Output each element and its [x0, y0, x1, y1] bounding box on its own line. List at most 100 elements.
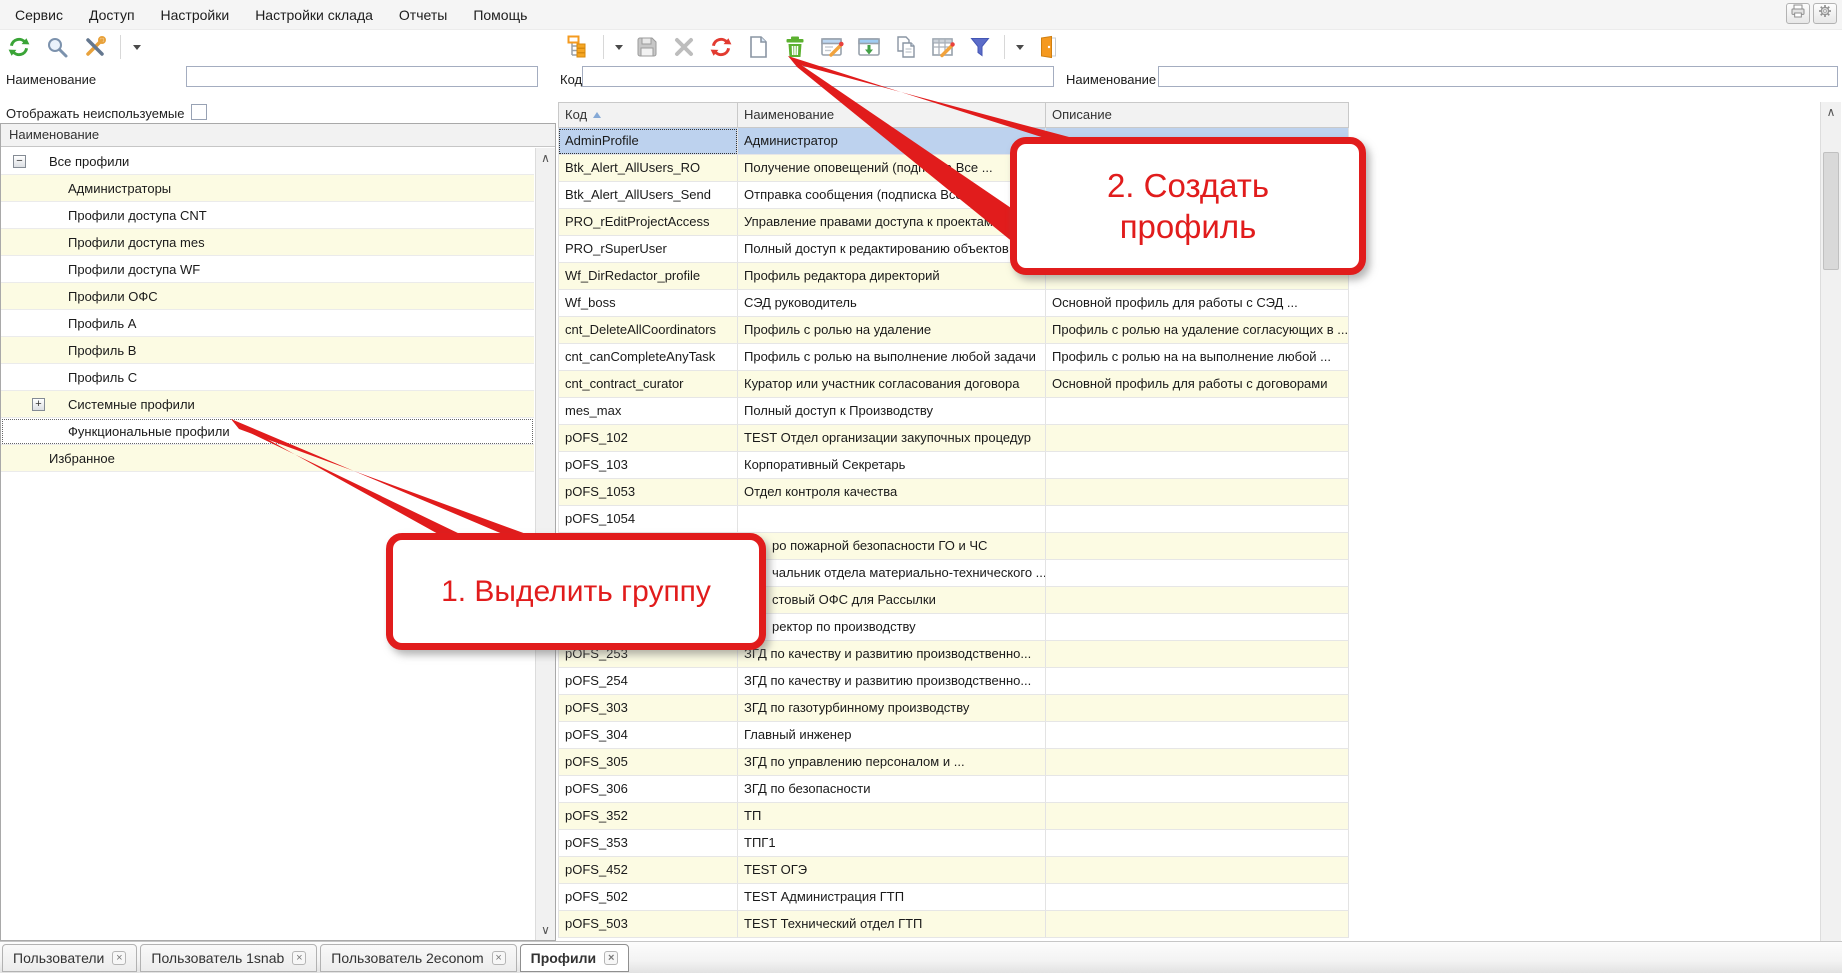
window-buttons	[1786, 3, 1837, 24]
close-icon[interactable]: ×	[492, 951, 506, 965]
cell-name: Полный доступ к Производству	[738, 398, 1046, 425]
tree-item-label: Профили доступа mes	[68, 235, 205, 250]
tree-name-filter-input[interactable]	[186, 66, 538, 87]
table-row[interactable]: cnt_contract_curatorКуратор или участник…	[558, 371, 1349, 398]
tree-item[interactable]: Профиль B	[1, 337, 534, 364]
tree-item[interactable]: Администраторы	[1, 175, 534, 202]
menu-item-Доступ[interactable]: Доступ	[76, 2, 148, 28]
close-icon[interactable]: ×	[292, 951, 306, 965]
menu-item-Сервис[interactable]: Сервис	[2, 2, 76, 28]
column-header-Код[interactable]: Код	[558, 102, 738, 128]
table-row[interactable]: pOFS_305ЗГД по управлению персоналом и .…	[558, 749, 1349, 776]
new-document-icon[interactable]	[745, 34, 771, 60]
cell-desc	[1046, 533, 1349, 560]
table-row[interactable]: pOFS_502TEST Администрация ГТП	[558, 884, 1349, 911]
exit-icon[interactable]	[1035, 34, 1061, 60]
table-row[interactable]: Wf_bossСЭД руководительОсновной профиль …	[558, 290, 1349, 317]
code-filter-input[interactable]	[582, 66, 1054, 87]
tab-label: Пользователь 1snab	[151, 950, 284, 966]
table-row[interactable]: pOFS_352ТП	[558, 803, 1349, 830]
copy-icon[interactable]	[893, 34, 919, 60]
tools-icon[interactable]	[82, 34, 108, 60]
tab-Профили[interactable]: Профили×	[520, 944, 630, 972]
refresh-icon[interactable]	[708, 34, 734, 60]
tree-item[interactable]: +Системные профили	[1, 391, 534, 418]
table-row[interactable]: mes_maxПолный доступ к Производству	[558, 398, 1349, 425]
cell-name: ТП	[738, 803, 1046, 830]
table-row[interactable]: pOFS_1054	[558, 506, 1349, 533]
printer-icon	[1790, 3, 1806, 24]
filter-icon[interactable]	[967, 34, 993, 60]
collapse-icon[interactable]: −	[13, 155, 26, 168]
show-unused-checkbox[interactable]	[191, 104, 207, 120]
tab-Пользователь 1snab[interactable]: Пользователь 1snab ×	[140, 944, 317, 972]
cell-code: Btk_Alert_AllUsers_Send	[558, 182, 738, 209]
tree-item[interactable]: Профиль A	[1, 310, 534, 337]
scroll-up-icon[interactable]: ∧	[1821, 105, 1841, 119]
menu-item-Настройки[interactable]: Настройки	[148, 2, 243, 28]
dropdown-caret-icon[interactable]	[133, 45, 141, 54]
save-icon	[634, 34, 660, 60]
column-header-label: Код	[565, 103, 587, 127]
close-icon[interactable]: ×	[112, 951, 126, 965]
cell-desc	[1046, 857, 1349, 884]
table-row[interactable]: pOFS_303ЗГД по газотурбинному производст…	[558, 695, 1349, 722]
tree-item[interactable]: Профили доступа CNT	[1, 202, 534, 229]
table-row[interactable]: pOFS_254ЗГД по качеству и развитию произ…	[558, 668, 1349, 695]
tree-item[interactable]: −Все профили	[1, 148, 534, 175]
tab-Пользователи[interactable]: Пользователи×	[2, 944, 137, 972]
table-row[interactable]: pOFS_103Корпоративный Секретарь	[558, 452, 1349, 479]
show-unused-label: Отображать неиспользуемые	[6, 106, 184, 121]
cell-name: ректор по производству	[738, 614, 1046, 641]
toolbar-separator	[120, 35, 121, 59]
cell-code: cnt_canCompleteAnyTask	[558, 344, 738, 371]
column-header-Описание[interactable]: Описание	[1046, 102, 1349, 128]
table-row[interactable]: cnt_canCompleteAnyTaskПрофиль с ролью на…	[558, 344, 1349, 371]
tree-item[interactable]: Функциональные профили	[1, 418, 534, 445]
table-row[interactable]: pOFS_102TEST Отдел организации закупочны…	[558, 425, 1349, 452]
table-row[interactable]: pOFS_452TEST ОГЭ	[558, 857, 1349, 884]
refresh-icon[interactable]	[6, 34, 32, 60]
insert-row-icon[interactable]	[856, 34, 882, 60]
table-edit-icon[interactable]	[930, 34, 956, 60]
cell-name: ЗГД по качеству и развитию производствен…	[738, 668, 1046, 695]
column-header-Наименование[interactable]: Наименование	[738, 102, 1046, 128]
table-row[interactable]: pOFS_503TEST Технический отдел ГТП	[558, 911, 1349, 938]
menu-item-Настройки склада[interactable]: Настройки склада	[242, 2, 386, 28]
tab-Пользователь 2econom[interactable]: Пользователь 2econom×	[320, 944, 516, 972]
dropdown-caret-icon[interactable]	[615, 45, 623, 54]
menu-item-Отчеты[interactable]: Отчеты	[386, 2, 460, 28]
print-button[interactable]	[1786, 3, 1810, 24]
table-row[interactable]: cnt_DeleteAllCoordinatorsПрофиль с ролью…	[558, 317, 1349, 344]
expander-spacer	[32, 182, 45, 195]
cell-name: Профиль редактора директорий	[738, 263, 1046, 290]
edit-icon[interactable]	[819, 34, 845, 60]
table-row[interactable]: pOFS_306ЗГД по безопасности	[558, 776, 1349, 803]
delete-icon[interactable]	[782, 34, 808, 60]
scrollbar-thumb[interactable]	[1823, 152, 1839, 270]
tree-item[interactable]: Профили доступа WF	[1, 256, 534, 283]
tree-item[interactable]: Профили доступа mes	[1, 229, 534, 256]
cell-code: pOFS_103	[558, 452, 738, 479]
table-row[interactable]: pOFS_304Главный инженер	[558, 722, 1349, 749]
grid-scrollbar[interactable]: ∧ ∨	[1820, 102, 1841, 960]
search-icon[interactable]	[44, 34, 70, 60]
table-row[interactable]: pOFS_1053Отдел контроля качества	[558, 479, 1349, 506]
settings-button[interactable]	[1813, 3, 1837, 24]
tree-view-icon[interactable]	[566, 34, 592, 60]
callout-create-profile: 2. Создать профиль	[1010, 137, 1366, 275]
cell-code: pOFS_1054	[558, 506, 738, 533]
name-filter-input[interactable]	[1158, 66, 1838, 87]
scroll-up-icon[interactable]: ∧	[536, 151, 555, 165]
tree-item[interactable]: Избранное	[1, 445, 534, 472]
scroll-down-icon[interactable]: ∨	[536, 923, 555, 937]
menu-item-Помощь[interactable]: Помощь	[460, 2, 540, 28]
table-row[interactable]: pOFS_353ТПГ1	[558, 830, 1349, 857]
tree-item[interactable]: Профиль C	[1, 364, 534, 391]
grid-toolbar	[566, 30, 1061, 64]
tabs: Пользователи×Пользователь 1snab×Пользова…	[0, 942, 1842, 972]
close-icon[interactable]: ×	[604, 951, 618, 965]
dropdown-caret-icon[interactable]	[1016, 45, 1024, 54]
expand-icon[interactable]: +	[32, 398, 45, 411]
tree-item[interactable]: Профили ОФС	[1, 283, 534, 310]
